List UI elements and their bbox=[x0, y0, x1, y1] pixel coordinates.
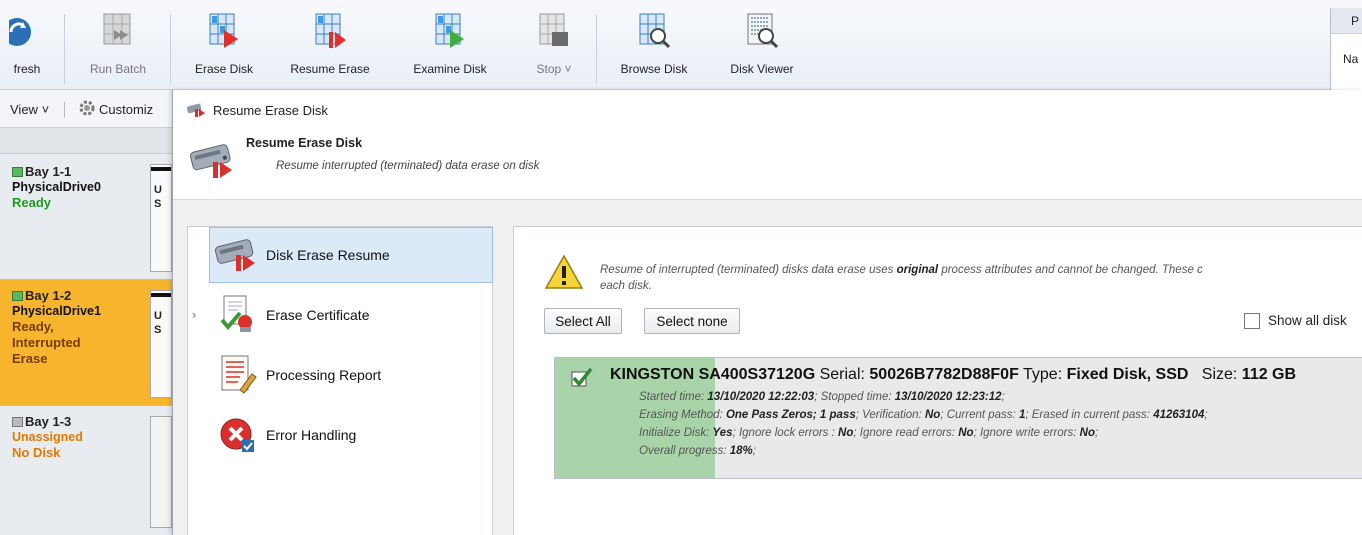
run-batch-button[interactable]: Run Batch bbox=[78, 12, 158, 86]
show-all-disks-checkbox[interactable] bbox=[1244, 313, 1260, 329]
bay-item-1-2[interactable]: Bay 1-2 PhysicalDrive1 Ready, Interrupte… bbox=[0, 280, 172, 406]
view-menu[interactable]: View ˅ bbox=[10, 102, 49, 117]
status-indicator-icon bbox=[12, 417, 23, 427]
disk-viewer-button[interactable]: Disk Viewer bbox=[714, 12, 810, 86]
dialog-titlebar: Resume Erase Disk bbox=[173, 90, 1362, 130]
dialog-header-title: Resume Erase Disk bbox=[246, 136, 363, 150]
error-icon bbox=[218, 414, 258, 456]
examine-disk-button[interactable]: Examine Disk bbox=[400, 12, 500, 86]
certificate-icon bbox=[218, 294, 258, 336]
settings-nav: Disk Erase Resume › Erase Certificate Pr… bbox=[187, 226, 493, 535]
resume-erase-small-icon bbox=[186, 102, 205, 118]
erase-disk-button[interactable]: Erase Disk bbox=[184, 12, 264, 86]
resume-erase-dialog: Resume Erase Disk Resume Erase Disk Resu… bbox=[172, 90, 1362, 535]
nav-item-disk-erase-resume[interactable]: Disk Erase Resume bbox=[209, 227, 493, 283]
report-icon bbox=[218, 354, 258, 396]
view-bar: View ˅ Customiz bbox=[0, 90, 172, 128]
select-none-button[interactable]: Select none bbox=[644, 308, 740, 334]
stop-button[interactable]: Stop ˅ bbox=[524, 12, 584, 86]
expand-chevron-icon[interactable]: › bbox=[192, 307, 196, 322]
show-all-disks-label: Show all disk bbox=[1268, 313, 1347, 328]
run-batch-icon bbox=[100, 12, 136, 52]
app-window: fresh Run Batch Erase Disk Resume Erase bbox=[0, 0, 1362, 535]
content-panel: Resume of interrupted (terminated) disks… bbox=[513, 226, 1362, 535]
refresh-icon bbox=[3, 12, 45, 52]
toolbar-separator bbox=[64, 14, 65, 84]
disk-progress: Overall progress: 18%; bbox=[639, 445, 756, 457]
resume-erase-button[interactable]: Resume Erase bbox=[280, 12, 380, 86]
bay-list-pane: View ˅ Customiz Bay 1-1 PhysicalDrive0 R… bbox=[0, 90, 172, 535]
refresh-button[interactable]: fresh bbox=[2, 12, 52, 86]
status-indicator-icon bbox=[12, 291, 23, 301]
bay-item-1-1[interactable]: Bay 1-1 PhysicalDrive0 Ready U S bbox=[0, 154, 172, 280]
toolbar: fresh Run Batch Erase Disk Resume Erase bbox=[0, 0, 1362, 90]
dialog-header-subtitle: Resume interrupted (terminated) data era… bbox=[276, 160, 540, 172]
nav-item-processing-report[interactable]: Processing Report bbox=[208, 347, 494, 403]
resume-erase-large-icon bbox=[189, 140, 239, 180]
disk-summary: KINGSTON SA400S37120G Serial: 50026B7782… bbox=[610, 366, 1297, 383]
nav-item-error-handling[interactable]: Error Handling bbox=[208, 407, 494, 463]
disk-method: Erasing Method: One Pass Zeros; 1 pass; … bbox=[639, 409, 1208, 421]
select-all-button[interactable]: Select All bbox=[544, 308, 622, 334]
dialog-body: Disk Erase Resume › Erase Certificate Pr… bbox=[173, 200, 1362, 535]
disk-viewer-icon bbox=[744, 12, 780, 52]
bay-disk-box: U S bbox=[150, 164, 172, 272]
nav-item-erase-certificate[interactable]: Erase Certificate bbox=[208, 287, 494, 343]
gear-icon bbox=[78, 99, 96, 117]
bay-disk-box bbox=[150, 416, 172, 528]
disk-row[interactable]: KINGSTON SA400S37120G Serial: 50026B7782… bbox=[554, 357, 1362, 479]
right-clipped-panel: P Na bbox=[1330, 8, 1362, 90]
disk-erase-resume-icon bbox=[214, 235, 262, 275]
disk-options: Initialize Disk: Yes; Ignore lock errors… bbox=[639, 427, 1099, 439]
dialog-title: Resume Erase Disk bbox=[213, 102, 328, 118]
toolbar-separator bbox=[596, 14, 597, 84]
checkmark-icon[interactable] bbox=[569, 366, 593, 390]
status-indicator-icon bbox=[12, 167, 23, 177]
customize-button[interactable]: Customiz bbox=[99, 102, 153, 117]
bay-item-1-3[interactable]: Bay 1-3 Unassigned No Disk bbox=[0, 406, 172, 535]
dialog-header: Resume Erase Disk Resume interrupted (te… bbox=[173, 130, 1362, 200]
bay-disk-box: U S bbox=[150, 290, 172, 398]
bay-list-spacer bbox=[0, 128, 172, 154]
resume-erase-icon bbox=[312, 12, 348, 52]
examine-disk-icon bbox=[432, 12, 468, 52]
warning-text: Resume of interrupted (terminated) disks… bbox=[600, 264, 1203, 292]
erase-disk-icon bbox=[206, 12, 242, 52]
disk-times: Started time: 13/10/2020 12:22:03; Stopp… bbox=[639, 391, 1005, 403]
browse-disk-button[interactable]: Browse Disk bbox=[606, 12, 702, 86]
warning-icon bbox=[544, 254, 584, 290]
browse-disk-icon bbox=[636, 12, 672, 52]
stop-icon bbox=[536, 12, 572, 52]
toolbar-separator bbox=[170, 14, 171, 84]
